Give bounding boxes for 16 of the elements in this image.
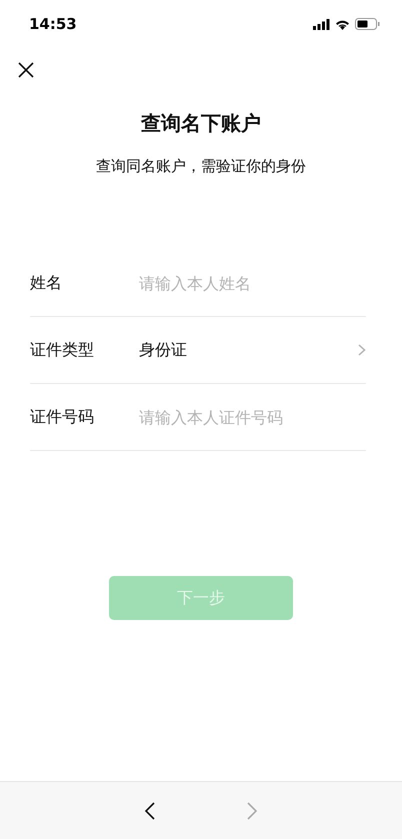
select-field[interactable]: 身份证 (139, 340, 366, 360)
back-button[interactable] (144, 800, 156, 820)
wifi-icon (335, 18, 350, 30)
select-value: 身份证 (139, 340, 187, 360)
status-time: 14:53 (29, 15, 77, 33)
battery-icon (355, 18, 380, 30)
field-label: 证件类型 (30, 340, 95, 360)
page-subtitle: 查询同名账户，需验证你的身份 (95, 157, 307, 176)
input-field[interactable]: 请输入本人姓名 (139, 274, 366, 292)
chevron-right-icon (358, 344, 366, 356)
signal-icon (313, 18, 330, 30)
field-label: 姓名 (30, 272, 63, 294)
page-title: 查询名下账户 (140, 110, 262, 137)
input-field[interactable]: 请输入本人证件号码 (139, 408, 366, 426)
close-button[interactable] (16, 60, 36, 80)
field-label: 证件号码 (30, 406, 95, 428)
